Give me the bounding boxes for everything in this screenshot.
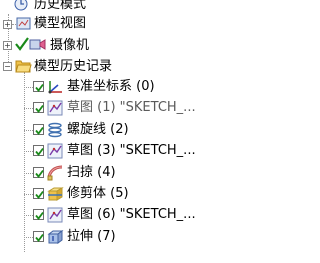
tree-connector [24, 108, 33, 110]
tree-connector [24, 151, 33, 153]
visibility-checkbox[interactable] [33, 102, 44, 114]
feature-label: 草图 (6) "SKETCH_... [67, 207, 196, 223]
feature-label: 螺旋线 (2) [67, 121, 129, 137]
open-folder-icon [15, 59, 32, 77]
tree-node-label: 模型视图 [34, 16, 87, 31]
feature-label: 基准坐标系 (0) [67, 79, 155, 94]
tree-node-model-views[interactable]: + 模型视图 [0, 13, 210, 35]
tree-connector [24, 87, 33, 88]
tree-node-model-history[interactable]: − 模型历史记录 [0, 56, 210, 78]
sketch-icon [47, 143, 64, 163]
feature-label: 草图 (1) "SKETCH_... [67, 100, 196, 116]
extrude-icon [47, 229, 64, 249]
feature-item[interactable]: 草图 (1) "SKETCH_... [0, 97, 210, 119]
tree-node-camera[interactable]: + 摄像机 [0, 35, 210, 57]
visibility-checkbox[interactable] [33, 145, 44, 157]
expand-plus-icon[interactable]: + [3, 20, 12, 29]
tree-connector [24, 172, 33, 174]
swept-icon [47, 165, 64, 185]
collapse-minus-icon[interactable]: − [3, 62, 12, 71]
tree-connector [24, 215, 33, 217]
feature-label: 草图 (3) "SKETCH_... [67, 143, 196, 159]
feature-item[interactable]: 扫掠 (4) [0, 162, 210, 184]
feature-label: 扫掠 (4) [67, 164, 116, 180]
tree-connector [24, 129, 33, 131]
feature-label: 拉伸 (7) [67, 228, 116, 244]
feature-item[interactable]: 草图 (6) "SKETCH_... [0, 204, 210, 226]
checkmark-icon[interactable] [15, 37, 29, 55]
visibility-checkbox[interactable] [33, 188, 44, 199]
camera-icon [29, 37, 46, 56]
visibility-checkbox[interactable] [33, 209, 44, 221]
trim-body-icon [47, 186, 64, 206]
feature-label: 修剪体 (5) [67, 186, 129, 201]
feature-item[interactable]: 修剪体 (5) [0, 183, 210, 205]
sketch-icon [47, 207, 64, 227]
sketch-icon [47, 100, 64, 120]
feature-item[interactable]: 基准坐标系 (0) [0, 76, 210, 98]
tree-node-label: 模型历史记录 [34, 59, 113, 74]
tree-node-label: 摄像机 [50, 38, 90, 53]
visibility-checkbox[interactable] [33, 81, 44, 92]
visibility-checkbox[interactable] [33, 123, 44, 135]
feature-item[interactable]: 草图 (3) "SKETCH_... [0, 140, 210, 162]
visibility-checkbox[interactable] [33, 230, 44, 242]
tree-node-label: 历史模式 [34, 0, 87, 12]
visibility-checkbox[interactable] [33, 166, 44, 178]
expand-plus-icon[interactable]: + [3, 41, 12, 50]
tree-connector [24, 236, 33, 238]
datum-csys-icon [47, 79, 64, 99]
feature-item[interactable]: 螺旋线 (2) [0, 119, 210, 141]
feature-item[interactable]: 拉伸 (7) [0, 226, 210, 248]
helix-icon [47, 122, 64, 142]
model-views-icon [16, 16, 31, 35]
tree-connector [24, 194, 33, 195]
